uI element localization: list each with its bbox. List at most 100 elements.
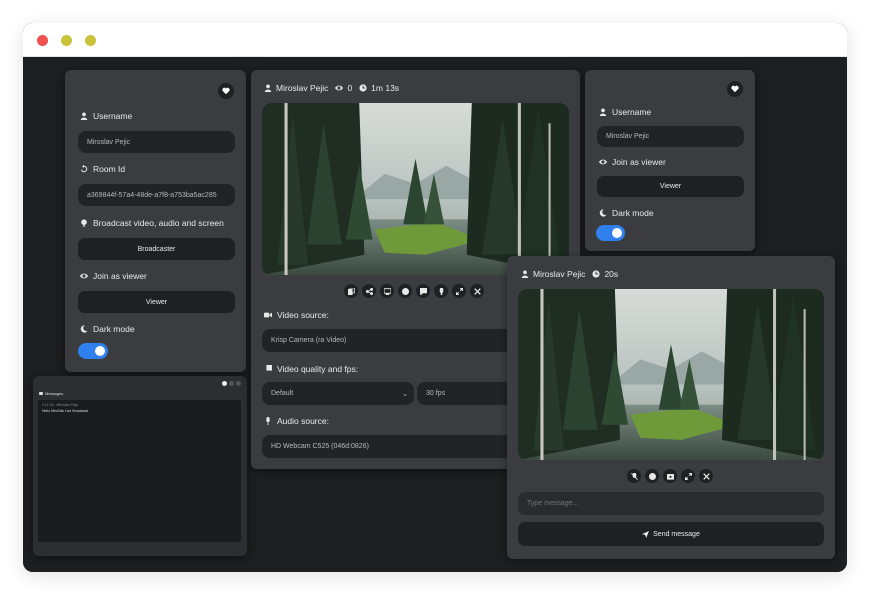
- send-message-button[interactable]: Send message: [518, 522, 824, 546]
- record-icon: [648, 472, 656, 480]
- window-titlebar: [23, 23, 847, 57]
- viewer-panel: Miroslav Pejic 20s Send message: [507, 256, 835, 559]
- record-button[interactable]: [398, 284, 412, 298]
- chat-button[interactable]: [416, 284, 430, 298]
- share-button[interactable]: [362, 284, 376, 298]
- microphone-button[interactable]: [434, 284, 448, 298]
- dark-mode-label: Dark mode: [80, 324, 135, 334]
- room-id-input[interactable]: a369844f-57a4-48de-a7f8-a753ba5ac285: [78, 184, 235, 206]
- toggle-knob: [95, 346, 105, 356]
- expand-icon: [455, 287, 463, 295]
- close-button[interactable]: [699, 469, 713, 483]
- control-icon[interactable]: [236, 381, 241, 386]
- viewer-count: 0: [347, 83, 353, 93]
- snapshot-button[interactable]: [663, 469, 677, 483]
- user-icon: [521, 270, 529, 278]
- close-window-button[interactable]: [37, 35, 48, 46]
- join-viewer-label: Join as viewer: [80, 271, 147, 281]
- microphone-icon: [266, 417, 270, 425]
- eye-icon: [80, 273, 88, 279]
- chat-icon: [39, 392, 43, 395]
- message-meta: 0:11:28 - Miroslav Pejic: [42, 403, 79, 407]
- user-icon: [599, 108, 607, 116]
- broadcast-label: Broadcast video, audio and screen: [80, 218, 224, 228]
- messages-title: Messages: [39, 391, 63, 396]
- messages-panel: Messages 0:11:28 - Miroslav Pejic Hello …: [33, 376, 247, 556]
- broadcaster-name: Miroslav Pejic: [276, 83, 329, 93]
- viewer-header: Miroslav Pejic 20s: [521, 269, 618, 279]
- viewer-settings-panel: Username Miroslav Pejic Join as viewer V…: [585, 70, 755, 251]
- microphone-slash-icon: [630, 472, 638, 480]
- close-icon: [473, 287, 481, 295]
- video-frame: [262, 103, 569, 275]
- username-input[interactable]: Miroslav Pejic: [597, 126, 744, 147]
- video-camera-icon: [264, 312, 272, 318]
- screen-share-button[interactable]: [380, 284, 394, 298]
- messages-list[interactable]: 0:11:28 - Miroslav Pejic Hello MiroTalk …: [38, 400, 241, 542]
- viewer-video[interactable]: [518, 289, 824, 460]
- microphone-icon: [439, 287, 443, 295]
- paper-plane-icon: [642, 530, 650, 538]
- broadcaster-video[interactable]: [262, 103, 569, 275]
- viewer-duration: 20s: [604, 269, 619, 279]
- copy-icon: [347, 287, 355, 295]
- video-source-label: Video source:: [264, 310, 329, 320]
- broadcast-settings-panel: Username Miroslav Pejic Room Id a369844f…: [65, 70, 246, 372]
- toggle-knob: [612, 228, 622, 238]
- audio-source-label: Audio source:: [264, 416, 329, 426]
- moon-icon: [599, 209, 607, 217]
- images-icon: [266, 365, 272, 371]
- eye-icon: [599, 159, 607, 165]
- minimize-window-button[interactable]: [61, 35, 72, 46]
- app-window: Username Miroslav Pejic Room Id a369844f…: [23, 23, 847, 572]
- viewer-button[interactable]: Viewer: [597, 176, 744, 197]
- viewer-button[interactable]: Viewer: [78, 291, 235, 313]
- dark-mode-label: Dark mode: [599, 208, 654, 218]
- chevron-down-icon: ⌄: [402, 390, 408, 398]
- user-icon: [264, 84, 272, 92]
- mute-audio-button[interactable]: [627, 469, 641, 483]
- heart-button[interactable]: [727, 81, 743, 97]
- fullscreen-button[interactable]: [681, 469, 695, 483]
- broadcaster-button[interactable]: Broadcaster: [78, 238, 235, 260]
- chat-icon: [419, 287, 427, 295]
- moon-icon: [80, 325, 88, 333]
- messages-header-icons: [222, 381, 241, 386]
- eye-icon: [335, 85, 344, 91]
- heart-icon: [731, 85, 739, 93]
- clock-icon: [359, 84, 367, 92]
- refresh-icon: [80, 165, 88, 173]
- fullscreen-button[interactable]: [452, 284, 466, 298]
- share-icon: [365, 287, 373, 295]
- broadcast-icon: [81, 219, 87, 227]
- username-label: Username: [599, 107, 651, 117]
- maximize-window-button[interactable]: [85, 35, 96, 46]
- viewer-name: Miroslav Pejic: [533, 269, 586, 279]
- video-frame: [518, 289, 824, 460]
- heart-icon: [222, 87, 230, 95]
- copy-link-button[interactable]: [344, 284, 358, 298]
- username-label: Username: [80, 111, 132, 121]
- message-text: Hello MiroTalk Live Broadcast: [42, 409, 89, 413]
- message-input[interactable]: [518, 492, 824, 515]
- video-quality-select[interactable]: Default ⌄: [262, 382, 414, 405]
- dark-mode-toggle[interactable]: [596, 225, 625, 241]
- record-button[interactable]: [645, 469, 659, 483]
- username-input[interactable]: Miroslav Pejic: [78, 131, 235, 153]
- close-icon: [702, 472, 710, 480]
- user-icon: [80, 112, 88, 120]
- broadcast-duration: 1m 13s: [371, 83, 400, 93]
- video-quality-value: Default: [271, 390, 294, 397]
- clock-icon: [592, 270, 601, 278]
- control-icon[interactable]: [229, 381, 234, 386]
- video-quality-label: Video quality and fps:: [264, 364, 358, 374]
- send-message-label: Send message: [653, 530, 700, 538]
- heart-button[interactable]: [218, 83, 234, 99]
- control-icon[interactable]: [222, 381, 227, 386]
- desktop-area: Username Miroslav Pejic Room Id a369844f…: [23, 57, 847, 572]
- camera-icon: [666, 473, 674, 480]
- broadcaster-header: Miroslav Pejic 0 1m 13s: [264, 83, 399, 93]
- room-id-label: Room Id: [80, 164, 125, 174]
- close-button[interactable]: [470, 284, 484, 298]
- dark-mode-toggle[interactable]: [78, 343, 108, 359]
